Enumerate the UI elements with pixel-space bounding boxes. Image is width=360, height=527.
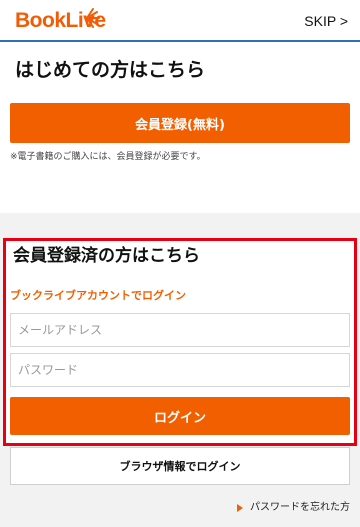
header-bar: BookLive SKIP > [0, 0, 360, 42]
register-button[interactable]: 会員登録(無料) [10, 103, 350, 143]
burst-icon [86, 8, 100, 28]
browser-login-button[interactable]: ブラウザ情報でログイン [10, 447, 350, 485]
triangle-right-icon [237, 504, 243, 512]
login-button[interactable]: ログイン [10, 397, 350, 435]
email-field[interactable] [10, 313, 350, 347]
account-login-heading: ブックライブアカウントでログイン [10, 289, 186, 302]
register-note: ※電子書籍のご購入には、会員登録が必要です。 [10, 152, 206, 162]
register-section-title: はじめての方はこちら [15, 59, 206, 81]
skip-link[interactable]: SKIP > [304, 13, 348, 29]
forgot-password-link[interactable]: パスワードを忘れた方 [237, 502, 350, 514]
forgot-password-label: パスワードを忘れた方 [250, 502, 350, 513]
password-field[interactable] [10, 353, 350, 387]
login-section-title: 会員登録済の方はこちら [13, 246, 200, 266]
